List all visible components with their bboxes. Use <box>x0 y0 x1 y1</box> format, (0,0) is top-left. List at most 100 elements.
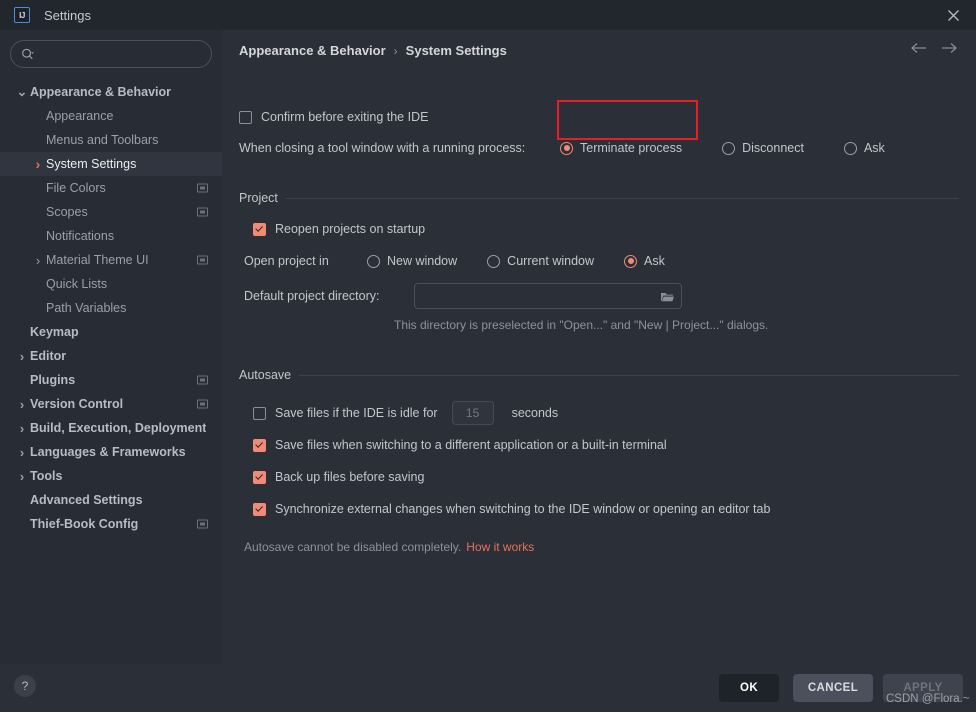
dialog-footer: ? OK CANCEL APPLY <box>0 664 976 712</box>
confirm-exit-row[interactable]: Confirm before exiting the IDE <box>239 110 428 124</box>
autosave-group-title: Autosave <box>239 368 292 382</box>
autosave-idle-checkbox[interactable] <box>253 406 266 420</box>
apply-button: APPLY <box>883 674 963 702</box>
closing-tool-window-radio-group: Terminate process Disconnect Ask <box>560 141 885 155</box>
settings-dialog: IJ Settings ⌄Appearance & Behavior›Appea… <box>0 0 976 712</box>
autosave-switch-app-checkbox[interactable] <box>253 438 266 452</box>
radio-ask-open-project-control[interactable] <box>624 254 638 268</box>
sidebar-item-version-control[interactable]: › Version Control <box>0 392 222 416</box>
sidebar-item-path-variables[interactable]: ›Path Variables <box>0 296 222 320</box>
radio-ask-process-control[interactable] <box>843 141 857 155</box>
back-arrow-icon[interactable] <box>910 42 927 54</box>
chevron-right-icon: › <box>35 252 41 268</box>
autosave-backup-checkbox[interactable] <box>253 470 266 484</box>
sidebar-item-appearance-behavior[interactable]: ⌄ Appearance & Behavior <box>0 80 222 104</box>
radio-ask-process[interactable]: Ask <box>843 141 885 155</box>
sidebar-item-languages-frameworks[interactable]: › Languages & Frameworks <box>0 440 222 464</box>
radio-new-window[interactable]: New window <box>367 254 457 268</box>
project-scope-icon <box>197 519 208 529</box>
sidebar-item-label: Material Theme UI <box>46 253 149 267</box>
default-project-directory-label-row: Default project directory: <box>244 289 379 303</box>
sidebar-item-label: Tools <box>30 469 63 483</box>
radio-terminate-process-control[interactable] <box>560 141 573 155</box>
open-project-in-radio-group: New window Current window Ask <box>367 254 665 268</box>
search-box[interactable] <box>10 40 212 68</box>
sidebar-item-label: Languages & Frameworks <box>30 445 186 459</box>
help-button[interactable]: ? <box>14 675 36 697</box>
radio-disconnect-control[interactable] <box>722 141 736 155</box>
radio-current-window[interactable]: Current window <box>487 254 594 268</box>
sidebar-item-label: File Colors <box>46 181 106 195</box>
radio-ask-open-project[interactable]: Ask <box>624 254 665 268</box>
autosave-idle-seconds-value: 15 <box>465 406 480 420</box>
default-directory-hint: This directory is preselected in "Open..… <box>394 318 769 332</box>
forward-arrow-icon[interactable] <box>941 42 958 54</box>
default-project-directory-field[interactable] <box>414 283 682 309</box>
radio-terminate-process-label: Terminate process <box>580 141 683 155</box>
cancel-button[interactable]: CANCEL <box>793 674 873 702</box>
autosave-idle-row[interactable]: Save files if the IDE is idle for 15 sec… <box>253 401 558 425</box>
window-title: Settings <box>44 7 91 23</box>
sidebar-item-system-settings[interactable]: › System Settings <box>0 152 222 176</box>
chevron-right-icon: › <box>19 396 25 412</box>
radio-ask-open-project-label: Ask <box>644 254 665 268</box>
sidebar-item-tools[interactable]: › Tools <box>0 464 222 488</box>
autosave-idle-label: Save files if the IDE is idle for <box>275 406 438 420</box>
radio-disconnect-label: Disconnect <box>742 141 804 155</box>
sidebar-item-label: Quick Lists <box>46 277 108 291</box>
sidebar-item-label: Version Control <box>30 397 124 411</box>
radio-new-window-control[interactable] <box>367 254 380 268</box>
project-scope-icon <box>197 255 208 265</box>
title-bar: IJ Settings <box>0 0 976 30</box>
radio-current-window-control[interactable] <box>487 254 501 268</box>
sidebar-item-file-colors[interactable]: ›File Colors <box>0 176 222 200</box>
radio-new-window-label: New window <box>387 254 458 268</box>
radio-disconnect[interactable]: Disconnect <box>722 141 804 155</box>
confirm-exit-checkbox[interactable] <box>239 110 252 124</box>
sidebar-item-plugins[interactable]: ›Plugins <box>0 368 222 392</box>
close-button[interactable] <box>930 0 976 30</box>
settings-tree: ⌄Appearance & Behavior›Appearance›Menus … <box>0 80 222 536</box>
sidebar-item-editor[interactable]: › Editor <box>0 344 222 368</box>
sidebar-item-keymap[interactable]: ›Keymap <box>0 320 222 344</box>
radio-terminate-process[interactable]: Terminate process <box>560 141 682 155</box>
sidebar-item-scopes[interactable]: ›Scopes <box>0 200 222 224</box>
autosave-note: Autosave cannot be disabled completely. <box>244 540 462 554</box>
ok-button[interactable]: OK <box>719 674 779 702</box>
sidebar-item-label: System Settings <box>46 157 137 171</box>
sidebar-item-build-execution-deployment[interactable]: › Build, Execution, Deployment <box>0 416 222 440</box>
project-group-divider <box>285 197 959 199</box>
sidebar-item-thief-book-config[interactable]: ›Thief-Book Config <box>0 512 222 536</box>
reopen-projects-row[interactable]: Reopen projects on startup <box>253 222 425 236</box>
breadcrumb-current: System Settings <box>405 43 507 58</box>
autosave-backup-row[interactable]: Back up files before saving <box>253 470 424 484</box>
autosave-sync-checkbox[interactable] <box>253 502 266 516</box>
autosave-idle-seconds-field[interactable]: 15 <box>451 401 494 425</box>
sidebar-item-menus-and-toolbars[interactable]: ›Menus and Toolbars <box>0 128 222 152</box>
autosave-sync-row[interactable]: Synchronize external changes when switch… <box>253 502 770 516</box>
default-project-directory-input[interactable] <box>423 288 660 304</box>
chevron-down-icon: ⌄ <box>16 84 28 99</box>
settings-content-panel: Appearance & Behavior › System Settings … <box>222 30 976 664</box>
sidebar-item-quick-lists[interactable]: ›Quick Lists <box>0 272 222 296</box>
sidebar-item-notifications[interactable]: ›Notifications <box>0 224 222 248</box>
autosave-group-header: Autosave <box>239 368 959 382</box>
confirm-exit-label: Confirm before exiting the IDE <box>261 110 429 124</box>
sidebar-item-advanced-settings[interactable]: ›Advanced Settings <box>0 488 222 512</box>
chevron-right-icon: › <box>19 444 25 460</box>
breadcrumb-separator-icon: › <box>393 43 398 58</box>
sidebar-item-material-theme-ui[interactable]: › Material Theme UI <box>0 248 222 272</box>
autosave-sync-label: Synchronize external changes when switch… <box>275 502 771 516</box>
sidebar-item-label: Appearance & Behavior <box>30 85 172 99</box>
breadcrumb-parent[interactable]: Appearance & Behavior <box>239 43 386 58</box>
sidebar-item-label: Path Variables <box>46 301 127 315</box>
reopen-projects-checkbox[interactable] <box>253 222 266 236</box>
autosave-switch-app-row[interactable]: Save files when switching to a different… <box>253 438 667 452</box>
breadcrumb: Appearance & Behavior › System Settings <box>239 43 507 58</box>
how-it-works-link[interactable]: How it works <box>466 540 534 554</box>
chevron-right-icon: › <box>19 468 25 484</box>
sidebar-item-label: Notifications <box>46 229 115 243</box>
search-input[interactable] <box>41 46 201 62</box>
browse-folder-icon[interactable] <box>660 290 675 303</box>
sidebar-item-appearance[interactable]: ›Appearance <box>0 104 222 128</box>
